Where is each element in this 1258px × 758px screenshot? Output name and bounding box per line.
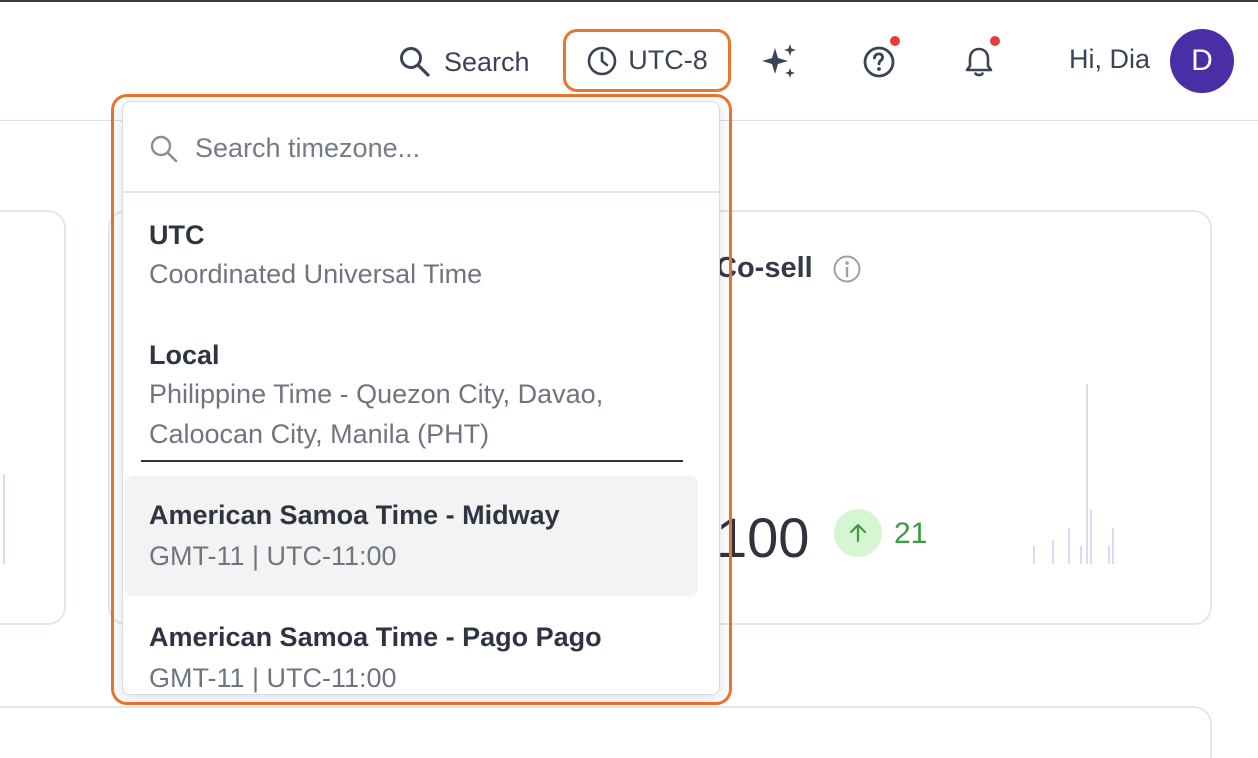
timezone-label: UTC-8 xyxy=(628,45,708,75)
bell-icon xyxy=(965,47,993,77)
ai-assistant-button[interactable] xyxy=(758,40,802,84)
help-icon xyxy=(863,46,895,78)
content-card-bottom xyxy=(0,706,1212,758)
timezone-search-input[interactable] xyxy=(195,126,695,170)
sparkline-left xyxy=(3,474,5,564)
option-description: Coordinated Universal Time xyxy=(149,259,483,289)
timezone-option-midway[interactable]: American Samoa Time - Midway GMT-11 | UT… xyxy=(125,476,698,596)
search-label: Search xyxy=(444,46,530,77)
option-description: GMT-11 | UTC-11:00 xyxy=(149,541,397,571)
timezone-option-pago-pago[interactable]: American Samoa Time - Pago Pago GMT-11 |… xyxy=(125,598,698,694)
search-icon xyxy=(400,47,430,77)
option-description: Philippine Time - Quezon City, Davao, Ca… xyxy=(149,379,604,449)
option-name: American Samoa Time - Midway xyxy=(149,500,560,530)
help-notification-dot xyxy=(888,34,902,48)
user-greeting: Hi, Dia xyxy=(1069,44,1151,74)
option-description: GMT-11 | UTC-11:00 xyxy=(149,663,397,693)
option-name: UTC xyxy=(149,220,205,250)
info-icon[interactable] xyxy=(832,254,862,284)
trend-up-badge xyxy=(834,509,882,557)
timezone-option-utc[interactable]: UTC Coordinated Universal Time xyxy=(125,202,698,312)
timezone-search-box xyxy=(123,102,719,193)
metric-delta: 21 xyxy=(894,517,928,550)
option-name: American Samoa Time - Pago Pago xyxy=(149,622,602,652)
sparkles-icon xyxy=(762,44,796,78)
global-search-button[interactable]: Search xyxy=(398,40,530,84)
timezone-dropdown: UTC Coordinated Universal Time Local Phi… xyxy=(122,101,720,695)
notifications-button[interactable] xyxy=(957,34,1002,84)
help-button[interactable] xyxy=(857,34,902,84)
search-icon xyxy=(150,135,178,163)
user-avatar[interactable]: D xyxy=(1170,29,1234,93)
clock-icon xyxy=(587,46,617,75)
timezone-selector-button[interactable]: UTC-8 xyxy=(563,29,731,92)
timezone-option-local[interactable]: Local Philippine Time - Quezon City, Dav… xyxy=(141,322,683,462)
sparkline-chart xyxy=(1033,384,1114,564)
option-name: Local xyxy=(149,340,220,370)
arrow-up-icon xyxy=(849,523,867,543)
notification-dot xyxy=(988,34,1002,48)
